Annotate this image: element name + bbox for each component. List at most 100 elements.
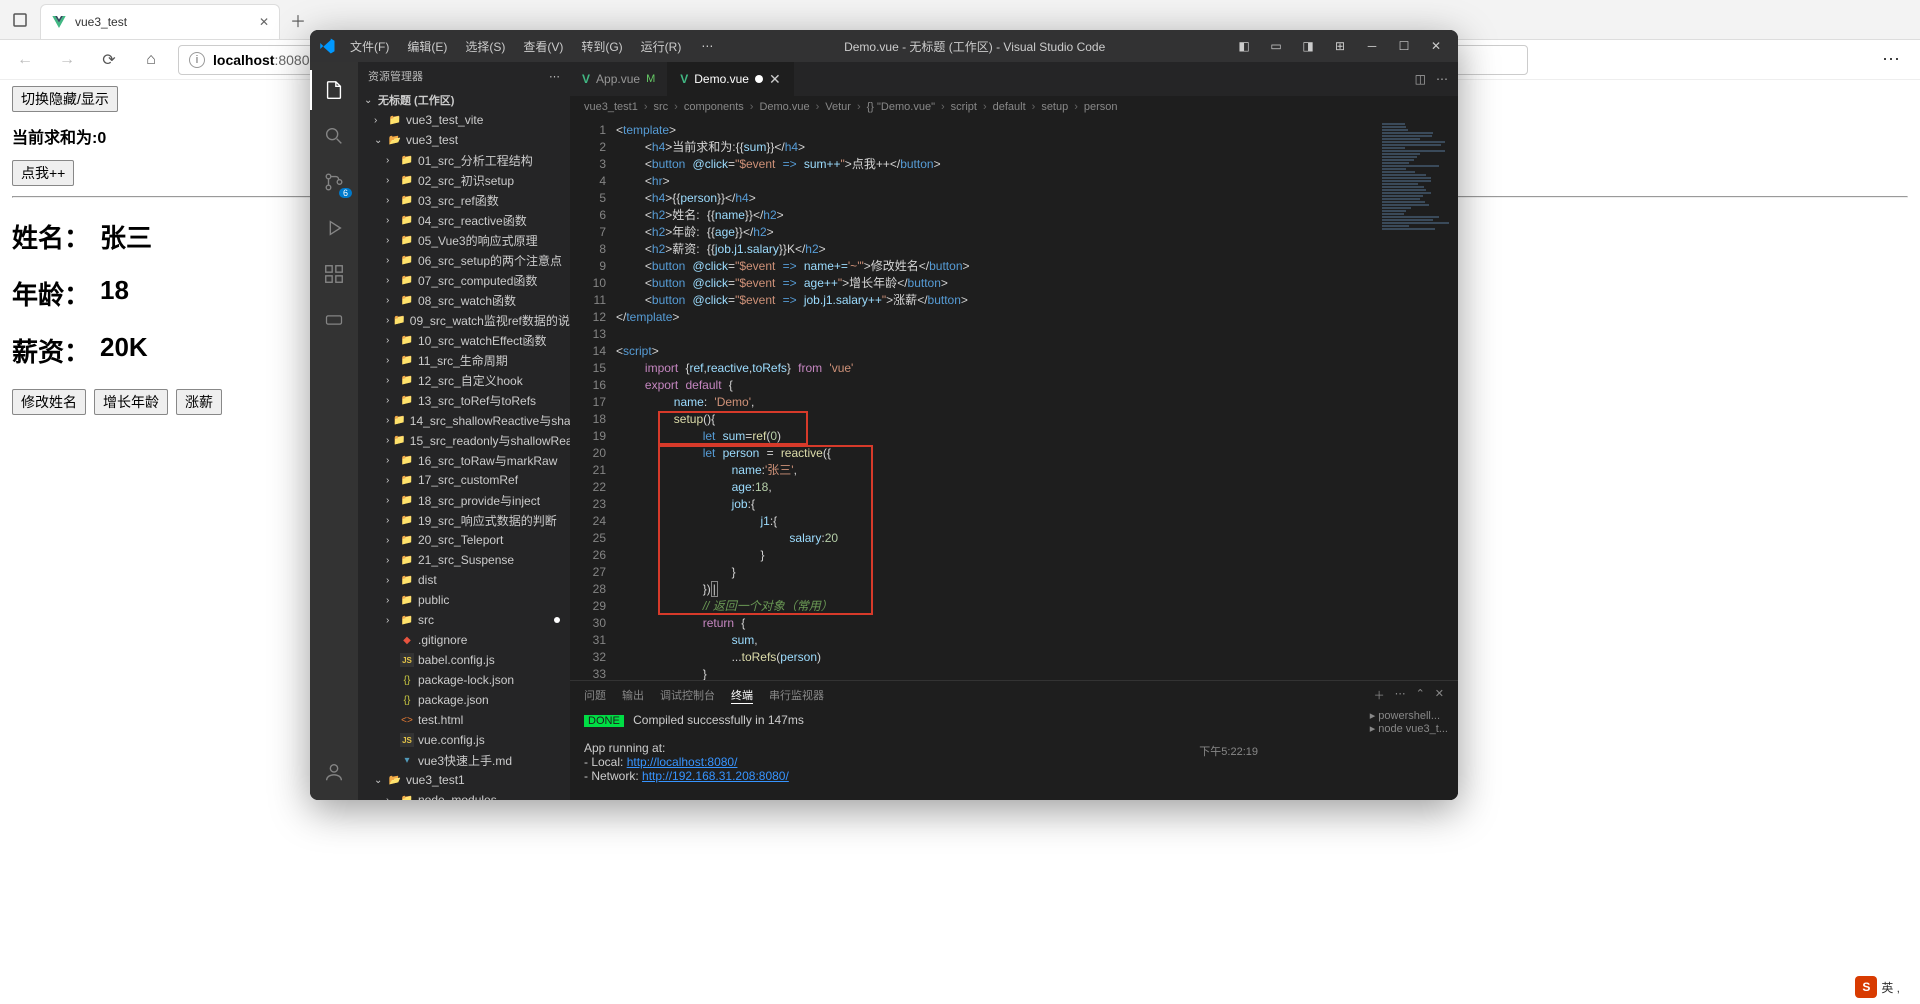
- tree-item[interactable]: {}package-lock.json: [358, 670, 570, 690]
- breadcrumb-item[interactable]: setup: [1041, 101, 1068, 113]
- tree-item[interactable]: ›📁02_src_初识setup: [358, 170, 570, 190]
- tree-item[interactable]: {}package.json: [358, 690, 570, 710]
- nav-home-button[interactable]: ⌂: [136, 45, 166, 75]
- tree-item[interactable]: ›📁11_src_生命周期: [358, 350, 570, 370]
- account-icon[interactable]: [310, 752, 358, 792]
- tree-item[interactable]: ◆.gitignore: [358, 630, 570, 650]
- breadcrumb-item[interactable]: Demo.vue: [759, 101, 809, 113]
- search-icon[interactable]: [310, 116, 358, 156]
- menu-item[interactable]: 运行(R): [633, 34, 690, 59]
- tree-item[interactable]: ›📁06_src_setup的两个注意点: [358, 250, 570, 270]
- menu-item[interactable]: 文件(F): [342, 34, 397, 59]
- breadcrumb-item[interactable]: default: [993, 101, 1026, 113]
- maximize-panel-icon[interactable]: ⌃: [1416, 687, 1425, 703]
- tree-item[interactable]: ›📁public: [358, 590, 570, 610]
- layout-panel-icon[interactable]: ▭: [1262, 32, 1290, 60]
- scm-icon[interactable]: 6: [310, 162, 358, 202]
- window-maximize-button[interactable]: ☐: [1390, 32, 1418, 60]
- layout-customize-icon[interactable]: ⊞: [1326, 32, 1354, 60]
- browser-more-button[interactable]: ⋯: [1872, 49, 1910, 70]
- tree-item[interactable]: ›📁13_src_toRef与toRefs: [358, 390, 570, 410]
- tree-item[interactable]: ›📁19_src_响应式数据的判断: [358, 510, 570, 530]
- ime-indicator[interactable]: S 英 ,: [1855, 976, 1900, 998]
- workspace-root[interactable]: ⌄无标题 (工作区): [358, 90, 570, 110]
- tree-item[interactable]: ›📁vue3_test_vite: [358, 110, 570, 130]
- breadcrumb-item[interactable]: vue3_test1: [584, 101, 638, 113]
- close-icon[interactable]: ✕: [259, 15, 269, 29]
- increment-button[interactable]: 点我++: [12, 160, 74, 186]
- rename-button[interactable]: 修改姓名: [12, 389, 86, 415]
- menu-overflow-icon[interactable]: ⋯: [695, 39, 719, 53]
- tree-item[interactable]: ›📁16_src_toRaw与markRaw: [358, 450, 570, 470]
- sidebar-more-icon[interactable]: ⋯: [549, 70, 560, 83]
- editor-tab[interactable]: VDemo.vue✕: [668, 62, 793, 96]
- split-editor-icon[interactable]: ◫: [1415, 72, 1426, 86]
- tree-item[interactable]: ›📁12_src_自定义hook: [358, 370, 570, 390]
- explorer-icon[interactable]: [310, 70, 358, 110]
- browser-tab[interactable]: vue3_test ✕: [40, 4, 280, 39]
- window-close-button[interactable]: ✕: [1422, 32, 1450, 60]
- tab-overview-button[interactable]: [0, 0, 40, 39]
- tree-item[interactable]: ›📁src: [358, 610, 570, 630]
- minimap[interactable]: [1368, 118, 1458, 680]
- menu-item[interactable]: 编辑(E): [399, 34, 455, 59]
- tree-item[interactable]: JSbabel.config.js: [358, 650, 570, 670]
- layout-secondary-icon[interactable]: ◨: [1294, 32, 1322, 60]
- tree-item[interactable]: ›📁04_src_reactive函数: [358, 210, 570, 230]
- debug-icon[interactable]: [310, 208, 358, 248]
- panel-tab[interactable]: 问题: [584, 687, 606, 703]
- editor-tab[interactable]: VApp.vueM: [570, 62, 668, 96]
- layout-primary-icon[interactable]: ◧: [1230, 32, 1258, 60]
- tree-item[interactable]: ›📁17_src_customRef: [358, 470, 570, 490]
- more-icon[interactable]: ⋯: [1395, 687, 1406, 703]
- tree-item[interactable]: <>test.html: [358, 710, 570, 730]
- window-minimize-button[interactable]: ─: [1358, 32, 1386, 60]
- vscode-title-bar[interactable]: 文件(F)编辑(E)选择(S)查看(V)转到(G)运行(R) ⋯ Demo.vu…: [310, 30, 1458, 62]
- tree-item[interactable]: ›📁node_modules: [358, 790, 570, 800]
- tree-item[interactable]: ›📁07_src_computed函数: [358, 270, 570, 290]
- tree-item[interactable]: ›📁14_src_shallowReactive与shallowRef: [358, 410, 570, 430]
- tree-item[interactable]: ›📁09_src_watch监视ref数据的说明: [358, 310, 570, 330]
- raise-salary-button[interactable]: 涨薪: [176, 389, 222, 415]
- tree-item[interactable]: ›📁03_src_ref函数: [358, 190, 570, 210]
- nav-back-button[interactable]: ←: [10, 45, 40, 75]
- site-info-icon[interactable]: i: [189, 52, 205, 68]
- tree-item[interactable]: ›📁18_src_provide与inject: [358, 490, 570, 510]
- more-icon[interactable]: ⋯: [1436, 72, 1448, 86]
- tree-item[interactable]: ›📁dist: [358, 570, 570, 590]
- tree-item[interactable]: JSvue.config.js: [358, 730, 570, 750]
- tree-item[interactable]: ›📁10_src_watchEffect函数: [358, 330, 570, 350]
- menu-item[interactable]: 转到(G): [573, 34, 630, 59]
- tree-item[interactable]: ›📁05_Vue3的响应式原理: [358, 230, 570, 250]
- breadcrumb-item[interactable]: person: [1084, 101, 1118, 113]
- increase-age-button[interactable]: 增长年龄: [94, 389, 168, 415]
- panel-tab[interactable]: 输出: [622, 687, 644, 703]
- nav-reload-button[interactable]: ⟳: [94, 45, 124, 75]
- new-terminal-icon[interactable]: ＋: [1374, 687, 1385, 703]
- panel-tab[interactable]: 终端: [731, 687, 753, 704]
- breadcrumb-item[interactable]: src: [654, 101, 669, 113]
- menu-item[interactable]: 查看(V): [515, 34, 571, 59]
- panel-tab[interactable]: 串行监视器: [769, 687, 824, 703]
- breadcrumb-item[interactable]: Vetur: [825, 101, 851, 113]
- tree-item[interactable]: ›📁08_src_watch函数: [358, 290, 570, 310]
- breadcrumb-item[interactable]: components: [684, 101, 744, 113]
- tree-item[interactable]: ›📁01_src_分析工程结构: [358, 150, 570, 170]
- panel-tab[interactable]: 调试控制台: [660, 687, 715, 703]
- tree-item[interactable]: ›📁21_src_Suspense: [358, 550, 570, 570]
- breadcrumb[interactable]: vue3_test1›src›components›Demo.vue›Vetur…: [570, 96, 1458, 118]
- close-panel-icon[interactable]: ✕: [1435, 687, 1444, 703]
- menu-item[interactable]: 选择(S): [457, 34, 513, 59]
- toggle-visibility-button[interactable]: 切换隐藏/显示: [12, 86, 118, 112]
- network-url-link[interactable]: http://192.168.31.208:8080/: [642, 769, 789, 783]
- tree-item[interactable]: ⌄📂vue3_test1: [358, 770, 570, 790]
- tree-item[interactable]: ›📁20_src_Teleport: [358, 530, 570, 550]
- tree-item[interactable]: ⌄📂vue3_test: [358, 130, 570, 150]
- breadcrumb-item[interactable]: script: [951, 101, 977, 113]
- code-editor[interactable]: <template> <h4>当前求和为:{{sum}}</h4> <butto…: [616, 118, 1368, 680]
- local-url-link[interactable]: http://localhost:8080/: [627, 755, 738, 769]
- extensions-icon[interactable]: [310, 254, 358, 294]
- terminal-output[interactable]: DONE Compiled successfully in 147ms 下午5:…: [570, 709, 1458, 800]
- close-icon[interactable]: ✕: [769, 71, 781, 88]
- terminal-shell-list[interactable]: ▸ powershell... ▸ node vue3_t...: [1370, 709, 1448, 735]
